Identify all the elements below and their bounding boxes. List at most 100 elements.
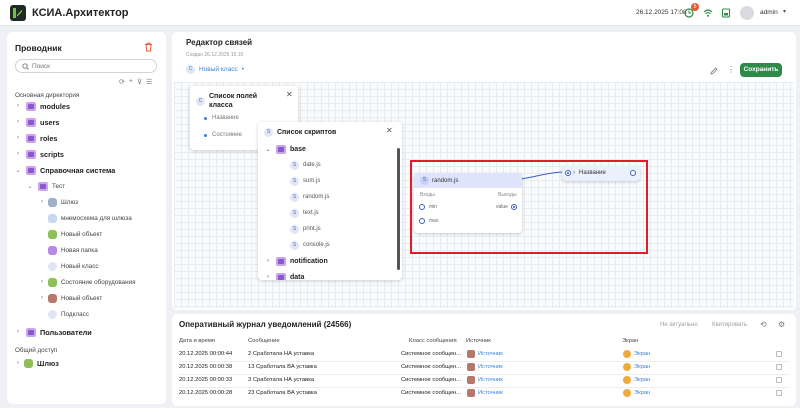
close-icon[interactable]: ✕	[286, 90, 293, 99]
tree-item-modules[interactable]: › modules	[14, 99, 70, 113]
row-checkbox[interactable]	[776, 390, 782, 396]
edit-icon[interactable]	[710, 67, 718, 75]
bullet-icon	[204, 133, 207, 137]
tree-item-mnemoscheme[interactable]: мнемосхема для шлюза	[46, 211, 132, 225]
chevron-right-icon[interactable]: ›	[14, 135, 22, 141]
close-icon[interactable]: ✕	[386, 126, 393, 135]
tree-item-users[interactable]: › users	[14, 115, 59, 129]
settings-icon[interactable]: ⚙	[778, 320, 785, 329]
folder-base[interactable]: ⌄ base	[264, 142, 306, 156]
save-button[interactable]: Сохранить	[740, 63, 782, 77]
tree-item-scripts[interactable]: › scripts	[14, 147, 64, 161]
chevron-down-icon[interactable]: ⌄	[264, 146, 272, 153]
chevron-right-icon[interactable]: ›	[14, 151, 22, 157]
chevron-right-icon[interactable]: ›	[264, 258, 272, 264]
scripts-panel: S Список скриптов ✕ ⌄ base Sdate.js Ssum…	[258, 122, 402, 280]
chevron-right-icon[interactable]: ›	[38, 279, 46, 285]
chevron-right-icon[interactable]: ›	[14, 103, 22, 109]
explorer-sidebar: Проводник ⟳ + ⊽ ☰ Основная директория › …	[7, 32, 166, 404]
tree-item-reference-system[interactable]: ⌄ Справочная система	[14, 163, 115, 177]
script-icon: S	[264, 128, 273, 137]
row-message: 23 Сработала ВА уставка	[248, 390, 317, 396]
graph-canvas[interactable]: C Список полей класса ✕ Название Состоян…	[174, 82, 794, 308]
chevron-right-icon[interactable]: ›	[14, 360, 22, 366]
screen-icon	[623, 376, 631, 384]
tree-item-new-folder[interactable]: Новая папка	[46, 243, 98, 257]
row-checkbox[interactable]	[776, 351, 782, 357]
script-item[interactable]: Sprint.js	[290, 222, 321, 236]
object-icon	[48, 229, 57, 239]
field-item[interactable]: Название	[204, 115, 239, 121]
folder-label: notification	[290, 257, 328, 265]
chevron-right-icon[interactable]: ›	[264, 274, 272, 280]
chevron-right-icon[interactable]: ›	[14, 119, 22, 125]
row-class: Системное сообщен...	[401, 377, 462, 383]
folder-icon	[26, 101, 36, 111]
row-source-link[interactable]: Источник	[478, 351, 503, 357]
tree-item-new-class[interactable]: Новый класс	[46, 259, 99, 273]
sd-card-icon[interactable]	[721, 8, 731, 18]
chevron-right-icon[interactable]: ›	[14, 329, 22, 335]
search-input[interactable]	[32, 61, 152, 71]
folder-icon	[26, 117, 36, 127]
tree-item-gateway[interactable]: › Шлюз	[38, 195, 78, 209]
class-selector[interactable]: C Новый класс •	[186, 65, 244, 74]
trash-icon[interactable]	[144, 42, 153, 52]
folder-label: data	[290, 273, 305, 281]
tree-item-label: Шлюз	[61, 198, 79, 206]
tree-item-equipment-state[interactable]: › Состояние оборудования	[38, 275, 136, 289]
tree-item-test[interactable]: ⌄ Тест	[26, 179, 65, 193]
add-icon[interactable]: +	[129, 78, 133, 86]
row-screen-link[interactable]: Экран	[634, 390, 650, 396]
chevron-down-icon[interactable]: ⌄	[14, 167, 22, 174]
mark-irrelevant-button[interactable]: Не актуально	[660, 322, 698, 328]
wifi-icon[interactable]	[703, 8, 713, 18]
acknowledge-button[interactable]: Квитировать	[712, 322, 747, 328]
chevron-down-icon[interactable]: ▾	[783, 8, 786, 15]
sidebar-toolbar: ⟳ + ⊽ ☰	[119, 78, 152, 86]
script-label: date.js	[303, 162, 321, 168]
tree-item-new-object[interactable]: Новый объект	[46, 227, 102, 241]
tree-item-new-object-2[interactable]: › Новый объект	[38, 291, 102, 305]
row-source-link[interactable]: Источник	[478, 377, 503, 383]
script-item[interactable]: Sdate.js	[290, 158, 321, 172]
chevron-down-icon[interactable]: ⌄	[26, 183, 34, 190]
script-item[interactable]: Stext.js	[290, 206, 319, 220]
app-title: КСИА.Архитектор	[32, 7, 129, 19]
more-icon[interactable]: ⋮	[727, 65, 735, 74]
row-screen-link[interactable]: Экран	[634, 351, 650, 357]
chevron-right-icon[interactable]: ›	[38, 295, 46, 301]
row-checkbox[interactable]	[776, 377, 782, 383]
chevron-right-icon[interactable]: ›	[38, 199, 46, 205]
row-source-link[interactable]: Источник	[478, 390, 503, 396]
script-item[interactable]: Sconsole.js	[290, 238, 330, 252]
scrollbar[interactable]	[397, 148, 400, 270]
tree-item-users-ru[interactable]: › Пользователи	[14, 325, 92, 339]
folder-icon	[48, 245, 57, 255]
script-item[interactable]: Ssum.js	[290, 174, 320, 188]
row-screen-link[interactable]: Экран	[634, 364, 650, 370]
filter-icon[interactable]: ⊽	[137, 78, 142, 86]
field-item[interactable]: Состояние	[204, 132, 242, 138]
collapse-icon[interactable]: ☰	[146, 78, 152, 86]
tree-item-subclass[interactable]: Подкласс	[46, 307, 89, 321]
history-icon[interactable]: ⟲	[760, 320, 767, 329]
script-item[interactable]: Srandom.js	[290, 190, 329, 204]
row-source-link[interactable]: Источник	[478, 364, 503, 370]
folder-notification[interactable]: › notification	[264, 254, 328, 268]
folder-data[interactable]: › data	[264, 270, 304, 280]
notification-badge: 5	[691, 3, 699, 11]
row-message: 2 Сработала НА уставка	[248, 351, 315, 357]
class-icon	[48, 309, 57, 319]
tree-item-shared-gateway[interactable]: › Шлюз	[14, 356, 59, 370]
chevron-down-icon[interactable]: •	[242, 67, 244, 73]
row-checkbox[interactable]	[776, 364, 782, 370]
refresh-icon[interactable]: ⟳	[119, 78, 125, 86]
user-avatar[interactable]	[740, 6, 754, 20]
section-main-label: Основная директория	[15, 92, 80, 99]
tree-item-roles[interactable]: › roles	[14, 131, 57, 145]
row-screen-link[interactable]: Экран	[634, 377, 650, 383]
folder-icon	[26, 133, 36, 143]
user-name[interactable]: admin	[760, 9, 778, 16]
row-datetime: 20.12.2025 00:00:33	[179, 377, 233, 383]
